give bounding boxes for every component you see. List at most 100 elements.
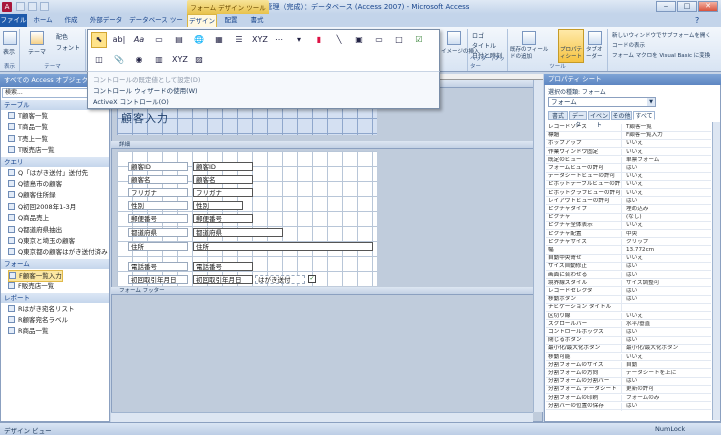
- object-selector[interactable]: フォーム: [548, 97, 656, 107]
- field-control[interactable]: 初回取引年月日: [193, 275, 253, 284]
- attachment-control-icon[interactable]: 📎: [111, 52, 127, 68]
- add-fields-button[interactable]: 既存のフィールドの追加: [510, 47, 552, 61]
- nav-item[interactable]: Q徳島市の顧客: [8, 179, 62, 189]
- property-row[interactable]: ピボットテーブルビューの許可 いいえ: [546, 181, 711, 190]
- property-row[interactable]: ポップアップ いいえ: [546, 140, 711, 149]
- property-row[interactable]: コントロールボックス はい: [546, 329, 711, 337]
- property-value[interactable]: はい: [626, 263, 710, 271]
- field-control[interactable]: 郵便番号: [193, 214, 253, 223]
- property-row[interactable]: 分割フォームの分割バー はい: [546, 378, 711, 386]
- undo-icon[interactable]: [28, 2, 37, 11]
- property-value[interactable]: はい: [626, 165, 710, 173]
- property-row[interactable]: 標題 F顧客一覧入力: [546, 132, 711, 140]
- property-value[interactable]: サイズ調整可: [626, 280, 710, 288]
- property-value[interactable]: はい: [626, 272, 710, 280]
- property-value[interactable]: いいえ: [626, 149, 710, 157]
- title-button[interactable]: タイトル: [472, 41, 496, 50]
- nav-item[interactable]: T売上一覧: [8, 134, 48, 144]
- nav-item[interactable]: F顧客一覧入力: [8, 269, 63, 282]
- property-value[interactable]: いいえ: [626, 313, 710, 321]
- combo-box-icon[interactable]: ▾: [291, 32, 307, 48]
- field-label[interactable]: 顧客名: [128, 175, 188, 184]
- property-tab[interactable]: データ: [569, 111, 587, 129]
- nav-item[interactable]: T販売店一覧: [8, 145, 54, 155]
- menu-set-default[interactable]: コントロールの既定値として設定(D): [93, 74, 200, 84]
- help-icon[interactable]: ?: [695, 16, 699, 25]
- chart-control-icon[interactable]: ▮: [311, 32, 327, 48]
- convert-macro-button[interactable]: フォーム マクロを Visual Basic に変換: [612, 51, 710, 59]
- field-control[interactable]: フリガナ: [193, 188, 253, 197]
- property-tab[interactable]: イベント: [588, 111, 610, 129]
- view-icon[interactable]: [3, 31, 17, 45]
- postcard-label[interactable]: はがき送付: [255, 275, 305, 284]
- nav-item[interactable]: Q初回2008年1-3月: [8, 202, 76, 212]
- property-row[interactable]: レイアウトビューの許可 はい: [546, 197, 711, 206]
- property-row[interactable]: ピクチャタイプ 埋め込み: [546, 206, 711, 214]
- property-row[interactable]: フォームビューの許可 はい: [546, 165, 711, 173]
- design-horizontal-scrollbar[interactable]: [111, 412, 533, 422]
- property-value[interactable]: 単票フォーム: [626, 157, 710, 165]
- property-value[interactable]: はい: [626, 329, 710, 337]
- menu-use-wizard[interactable]: コントロール ウィザードの使用(W): [93, 85, 198, 95]
- nav-item[interactable]: T顧客一覧: [8, 111, 48, 121]
- nav-group-2[interactable]: フォーム: [1, 258, 109, 269]
- property-value[interactable]: フォームのみ: [626, 395, 710, 403]
- nav-item[interactable]: F販売店一覧: [8, 281, 54, 291]
- property-value[interactable]: 最小化/最大化ボタン: [626, 345, 710, 353]
- nav-item[interactable]: R商品一覧: [8, 326, 49, 336]
- image-icon[interactable]: [447, 31, 461, 45]
- field-label[interactable]: 性別: [128, 201, 188, 210]
- property-row[interactable]: 幅 13.772cm: [546, 247, 711, 255]
- save-icon[interactable]: [16, 2, 25, 11]
- property-value[interactable]: (なし): [626, 214, 710, 222]
- nav-item[interactable]: Q東京と埼玉の顧客: [8, 236, 75, 246]
- tab-order-button[interactable]: タブオーダー: [586, 47, 606, 61]
- property-value[interactable]: はい: [626, 403, 710, 411]
- field-control[interactable]: 住所: [193, 242, 373, 251]
- menu-activex[interactable]: ActiveX コントロール(O): [93, 96, 169, 106]
- select-pointer-icon[interactable]: ⬉: [91, 32, 107, 48]
- property-value[interactable]: いいえ: [626, 354, 710, 362]
- add-fields-icon[interactable]: [522, 31, 536, 45]
- web-browser-control-icon[interactable]: ▦: [211, 32, 227, 48]
- tab-arrange[interactable]: 配置: [219, 14, 243, 27]
- textbox-control-icon[interactable]: ab|: [111, 32, 127, 48]
- field-control[interactable]: 顧客ID: [193, 162, 253, 171]
- hyperlink-control-icon[interactable]: 🌐: [191, 32, 207, 48]
- tab-file[interactable]: ファイル: [0, 14, 27, 27]
- list-box-icon[interactable]: ▭: [371, 32, 387, 48]
- theme-icon[interactable]: [30, 31, 44, 45]
- tab-database-tools[interactable]: データベース ツール: [129, 14, 183, 37]
- nav-item[interactable]: Q「はがき送付」送付先: [8, 168, 88, 178]
- property-value[interactable]: 更新の許可: [626, 386, 710, 394]
- detail-section-bar[interactable]: 詳細: [111, 141, 543, 149]
- property-tab[interactable]: その他: [611, 111, 632, 120]
- nav-item[interactable]: R顧客宛名ラベル: [8, 315, 68, 325]
- property-value[interactable]: いいえ: [626, 190, 710, 198]
- property-value[interactable]: クリップ: [626, 239, 710, 247]
- property-value[interactable]: いいえ: [626, 173, 710, 181]
- field-label[interactable]: フリガナ: [128, 188, 188, 197]
- property-value[interactable]: はい: [626, 337, 710, 345]
- navigation-control-icon[interactable]: ☰: [231, 32, 247, 48]
- property-row[interactable]: ピボットグラフビューの許可 いいえ: [546, 189, 711, 198]
- field-control[interactable]: 顧客名: [193, 175, 253, 184]
- property-row[interactable]: ピクチャ全体表示 いいえ: [546, 222, 711, 231]
- tab-order-icon[interactable]: [588, 31, 602, 45]
- field-control[interactable]: 電話番号: [193, 262, 253, 271]
- rectangle-control-icon[interactable]: □: [391, 32, 407, 48]
- tab-external-data[interactable]: 外部データ: [87, 14, 125, 27]
- property-value[interactable]: はい: [626, 296, 710, 304]
- field-control[interactable]: 都道府県: [193, 228, 283, 237]
- nav-group-3[interactable]: レポート: [1, 292, 109, 303]
- field-label[interactable]: 顧客ID: [128, 162, 188, 171]
- nav-item[interactable]: Rはがき宛名リスト: [8, 304, 75, 314]
- checkbox-control-icon[interactable]: ☑: [411, 32, 427, 48]
- close-button[interactable]: ✕: [698, 1, 718, 12]
- property-value[interactable]: T顧客一覧: [626, 124, 710, 132]
- tab-design[interactable]: デザイン: [187, 14, 217, 27]
- property-row[interactable]: 自動中央寄せ いいえ: [546, 255, 711, 263]
- property-row[interactable]: 分割フォームの方向 データシートを上に: [546, 370, 711, 378]
- property-row[interactable]: 最小化/最大化ボタン 最小化/最大化ボタン: [546, 345, 711, 354]
- property-row[interactable]: 移動可能 いいえ: [546, 353, 711, 362]
